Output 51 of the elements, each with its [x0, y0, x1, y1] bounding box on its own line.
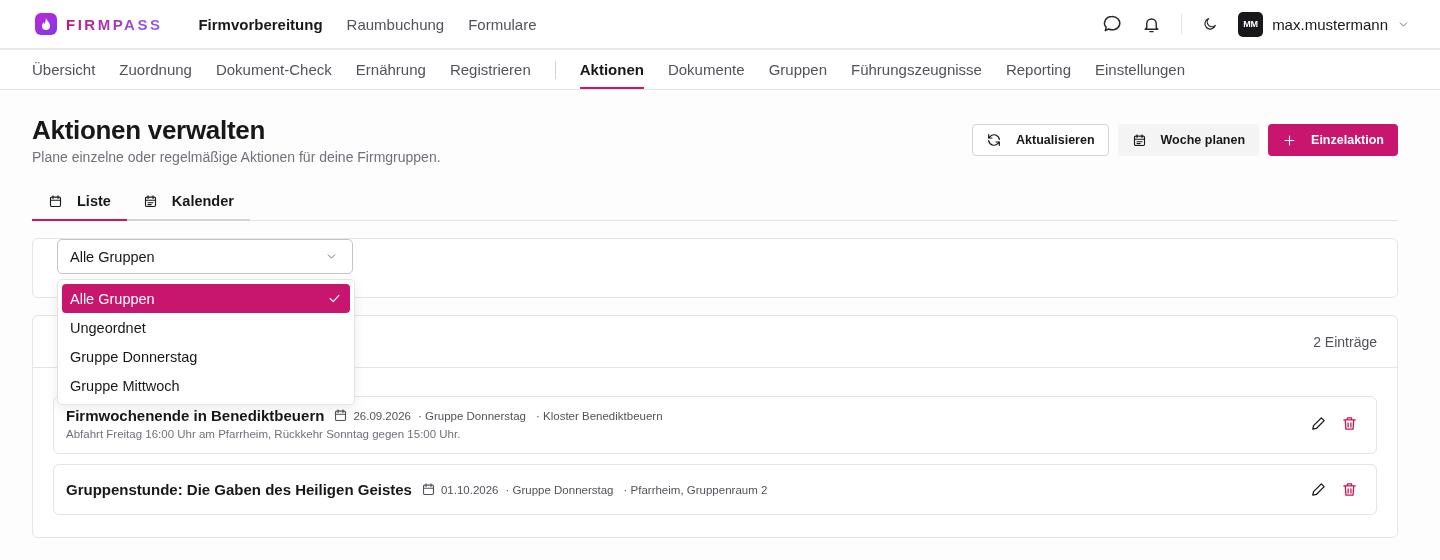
- event-date: 26.09.2026: [353, 409, 411, 422]
- plan-week-button[interactable]: Woche planen: [1117, 124, 1260, 156]
- delete-icon[interactable]: [1341, 481, 1358, 498]
- event-group: · Gruppe Donnerstag: [505, 483, 614, 496]
- calendar-icon: [420, 482, 436, 497]
- nav-tab[interactable]: Dokumente: [667, 50, 745, 89]
- refresh-icon: [986, 132, 1003, 148]
- chat-icon[interactable]: [1102, 14, 1123, 34]
- edit-icon[interactable]: [1310, 415, 1327, 432]
- view-tab[interactable]: Liste: [32, 185, 127, 221]
- dropdown-option[interactable]: Gruppe Mittwoch: [62, 371, 350, 400]
- event-location: · Pfarrheim, Gruppenraum 2: [623, 483, 768, 496]
- user-menu[interactable]: MM max.mustermann: [1238, 11, 1410, 37]
- dropdown-option[interactable]: Gruppe Donnerstag: [62, 342, 350, 371]
- event-title: Gruppenstunde: Die Gaben des Heiligen Geistes: [66, 481, 412, 498]
- event-note: Abfahrt Freitag 16:00 Uhr am Pfarrheim, Rückkehr Sonntag gegen 15:00 Uhr.: [66, 428, 462, 440]
- event-date: 01.10.2026: [440, 483, 499, 496]
- nav-link[interactable]: Raumbuchung: [346, 15, 445, 33]
- nav-tab[interactable]: Übersicht: [32, 50, 96, 89]
- logo-icon: [35, 13, 57, 35]
- page-title: Aktionen verwalten: [32, 115, 266, 146]
- user-avatar: MM: [1238, 11, 1264, 37]
- add-action-button[interactable]: Einzelaktion: [1268, 124, 1398, 156]
- delete-icon[interactable]: [1341, 415, 1358, 432]
- page-subtitle: Plane einzelne oder regelmäßige Aktionen für deine Firmgruppen.: [32, 149, 441, 165]
- event-title: Firmwochenende in Benediktbeuern: [66, 407, 325, 424]
- dropdown-option[interactable]: Alle Gruppen: [62, 284, 350, 313]
- refresh-button[interactable]: Aktualisieren: [972, 124, 1109, 156]
- dropdown-option[interactable]: Ungeordnet: [62, 313, 350, 342]
- event-location: · Kloster Benediktbeuern: [536, 409, 663, 422]
- nav-link[interactable]: Firmvorbereitung: [198, 15, 323, 33]
- nav-tab[interactable]: Gruppen: [768, 50, 827, 89]
- edit-icon[interactable]: [1310, 481, 1327, 498]
- plus-icon: [1282, 132, 1298, 148]
- nav-tab[interactable]: Reporting: [1005, 50, 1071, 89]
- event-group: · Gruppe Donnerstag: [417, 409, 526, 422]
- calendar-icon: [333, 408, 349, 423]
- nav-tab[interactable]: Einstellungen: [1095, 50, 1186, 89]
- nav-link[interactable]: Formulare: [468, 15, 537, 33]
- moon-icon[interactable]: [1202, 16, 1219, 32]
- nav-tab[interactable]: Dokument-Check: [215, 50, 332, 89]
- calendar-icon: [1131, 132, 1147, 148]
- entry-count: 2 Einträge: [1313, 333, 1377, 350]
- group-select[interactable]: Alle Gruppen: [57, 239, 353, 274]
- nav-tab[interactable]: Ernährung: [355, 50, 426, 89]
- calendar-icon: [48, 193, 63, 209]
- nav-tab[interactable]: Führungszeugnisse: [851, 50, 982, 89]
- nav-tab[interactable]: Zuordnung: [119, 50, 192, 89]
- calendar-icon: [142, 193, 158, 209]
- view-tab[interactable]: Kalender: [126, 185, 250, 221]
- nav-tab[interactable]: Registrieren: [449, 50, 531, 89]
